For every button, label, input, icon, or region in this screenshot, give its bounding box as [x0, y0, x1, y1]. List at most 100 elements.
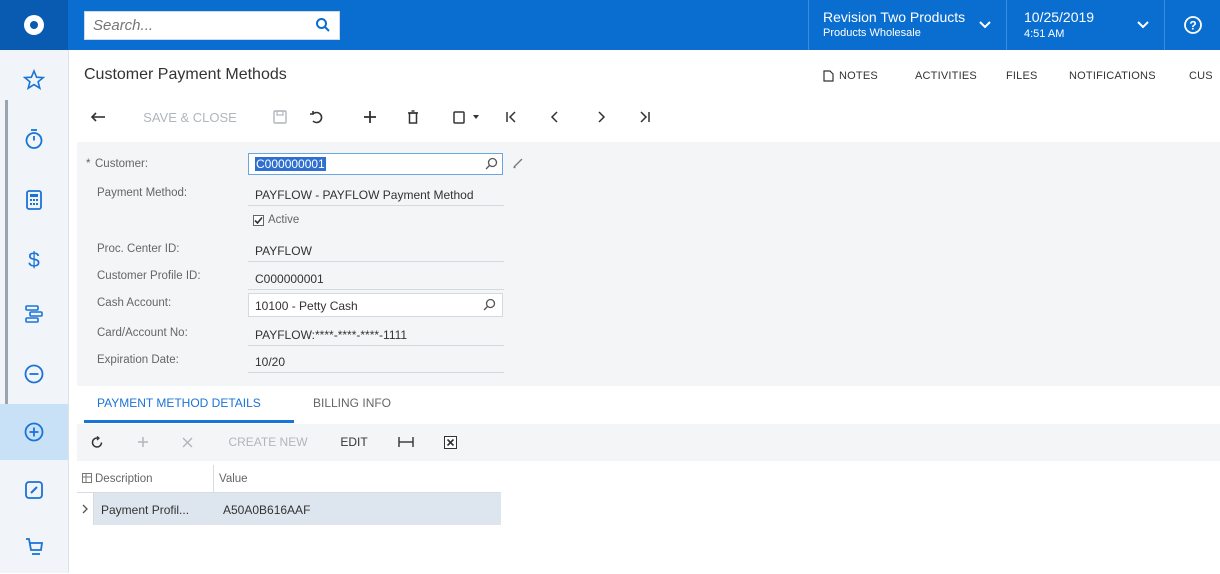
- field-underline: [248, 372, 504, 373]
- favorites-nav[interactable]: [0, 52, 68, 108]
- help-button[interactable]: ?: [1164, 0, 1220, 50]
- card-value: PAYFLOW:****-****-****-1111: [255, 328, 408, 342]
- next-record-button[interactable]: [590, 104, 612, 130]
- payment-method-value: PAYFLOW - PAYFLOW Payment Method: [255, 188, 474, 202]
- field-underline: [248, 205, 504, 206]
- search-input[interactable]: [85, 12, 311, 39]
- search-icon[interactable]: [485, 157, 498, 173]
- edit-square-icon: [25, 481, 43, 499]
- top-bar: Revision Two Products Products Wholesale…: [0, 0, 1220, 50]
- search-icon[interactable]: [483, 298, 496, 314]
- clipboard-icon: [452, 111, 465, 124]
- svg-text:?: ?: [1189, 19, 1196, 33]
- customer-label: Customer:: [95, 158, 149, 170]
- excel-icon: [443, 435, 457, 449]
- sales-nav[interactable]: [0, 518, 68, 574]
- cell-value[interactable]: A50A0B616AAF: [223, 503, 310, 517]
- refresh-button[interactable]: [88, 432, 106, 452]
- previous-record-button[interactable]: [544, 104, 566, 130]
- left-nav: $: [0, 50, 69, 573]
- stopwatch-icon: [25, 129, 43, 149]
- required-mark: *: [86, 158, 91, 170]
- column-divider[interactable]: [213, 465, 214, 492]
- app-logo[interactable]: [0, 0, 68, 50]
- delete-row-button[interactable]: [178, 432, 196, 452]
- customer-profile-value: C000000001: [255, 272, 324, 286]
- table-row[interactable]: Payment Profil... A50A0B616AAF: [77, 493, 501, 525]
- field-underline: [248, 261, 504, 262]
- time-nav[interactable]: [0, 111, 68, 167]
- first-record-button[interactable]: [500, 104, 522, 130]
- projects-nav[interactable]: [0, 286, 68, 342]
- copy-paste-button[interactable]: [446, 104, 486, 130]
- table-header: Description Value: [77, 465, 501, 493]
- help-icon: ?: [1184, 16, 1202, 34]
- fit-width-icon: [398, 437, 414, 447]
- notes-link[interactable]: NOTES: [823, 70, 878, 82]
- plus-icon: [138, 437, 148, 447]
- column-header-description[interactable]: Description: [95, 473, 153, 485]
- cart-icon: [26, 538, 44, 555]
- branch-name: Products Wholesale: [823, 27, 921, 39]
- search-box[interactable]: [84, 11, 340, 40]
- arrow-left-icon: [90, 112, 105, 122]
- delete-button[interactable]: [403, 104, 423, 130]
- calculator-icon: [26, 190, 42, 210]
- last-record-button[interactable]: [634, 104, 656, 130]
- add-button[interactable]: [359, 104, 381, 130]
- documents-nav[interactable]: [0, 462, 68, 518]
- cash-account-label: Cash Account:: [97, 297, 172, 309]
- proc-center-label: Proc. Center ID:: [97, 243, 180, 255]
- files-link[interactable]: FILES: [1006, 70, 1038, 82]
- save-close-button[interactable]: SAVE & CLOSE: [134, 104, 246, 130]
- active-checkbox[interactable]: Active: [253, 214, 299, 226]
- logo-icon: [24, 15, 44, 35]
- date-selector[interactable]: 10/25/2019 4:51 AM: [1006, 0, 1165, 50]
- cell-description[interactable]: Payment Profil...: [101, 503, 189, 517]
- customer-field[interactable]: C000000001: [248, 153, 503, 175]
- refresh-icon: [91, 435, 102, 448]
- finance-nav[interactable]: [0, 172, 68, 228]
- column-settings-icon[interactable]: [82, 472, 92, 486]
- fit-columns-button[interactable]: [395, 432, 417, 452]
- field-underline: [248, 345, 504, 346]
- edit-button[interactable]: EDIT: [336, 432, 372, 452]
- close-icon: [182, 437, 192, 447]
- row-selector[interactable]: [77, 493, 94, 525]
- back-button[interactable]: [86, 104, 110, 130]
- cash-account-field[interactable]: 10100 - Petty Cash: [248, 293, 503, 317]
- create-new-button[interactable]: CREATE NEW: [222, 432, 314, 452]
- company-name: Revision Two Products: [823, 9, 966, 25]
- payables-nav[interactable]: [0, 346, 68, 402]
- tab-billing-info[interactable]: BILLING INFO: [313, 396, 391, 410]
- column-header-value[interactable]: Value: [219, 473, 248, 485]
- save-button[interactable]: [270, 104, 290, 130]
- first-page-icon: [506, 111, 516, 123]
- banking-nav[interactable]: $: [0, 232, 68, 288]
- tab-payment-method-details[interactable]: PAYMENT METHOD DETAILS: [97, 396, 261, 410]
- chevron-down-icon: [979, 18, 991, 32]
- search-icon[interactable]: [315, 17, 331, 36]
- undo-button[interactable]: [307, 104, 327, 130]
- pencil-icon[interactable]: [512, 157, 524, 172]
- customization-link[interactable]: CUS: [1189, 70, 1220, 82]
- export-excel-button[interactable]: [439, 432, 461, 452]
- plus-icon: [364, 111, 376, 123]
- receivables-nav[interactable]: [0, 404, 68, 460]
- chevron-left-icon: [550, 111, 558, 123]
- notifications-link[interactable]: NOTIFICATIONS: [1069, 70, 1156, 82]
- customer-value: C000000001: [255, 157, 326, 171]
- notes-label: NOTES: [839, 70, 878, 82]
- plus-circle-icon: [24, 422, 44, 442]
- star-icon: [23, 69, 45, 90]
- expiration-value: 10/20: [255, 355, 286, 369]
- payment-method-label: Payment Method:: [97, 187, 188, 199]
- add-row-button[interactable]: [134, 432, 152, 452]
- company-selector[interactable]: Revision Two Products Products Wholesale: [808, 0, 1007, 50]
- activities-link[interactable]: ACTIVITIES: [915, 70, 977, 82]
- dollar-icon: $: [28, 249, 40, 272]
- minus-circle-icon: [24, 364, 44, 384]
- chevron-right-icon: [598, 111, 606, 123]
- proc-center-value: PAYFLOW: [255, 244, 312, 258]
- card-label: Card/Account No:: [97, 327, 188, 339]
